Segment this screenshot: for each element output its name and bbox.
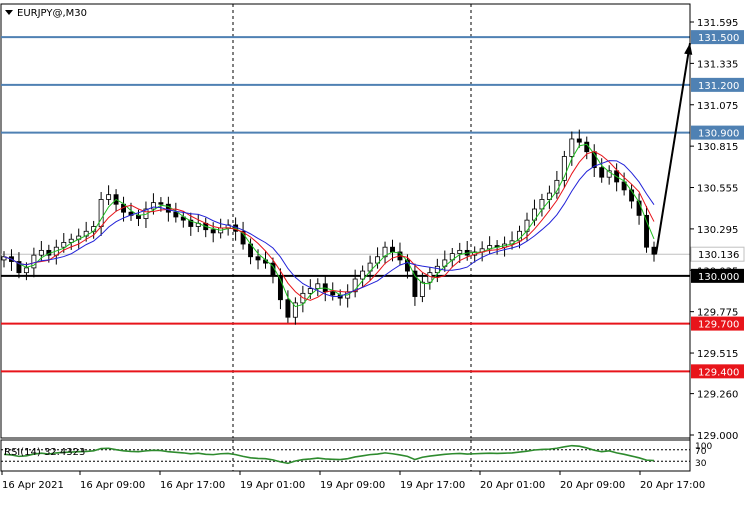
level-tag-label: 129.400 <box>698 367 739 378</box>
candle-bull <box>419 281 425 297</box>
time-tick-label: 19 Apr 01:00 <box>240 480 305 491</box>
candle-bull <box>106 194 112 200</box>
candle-bear <box>165 203 171 213</box>
candle-bull <box>61 242 67 248</box>
price-tick-label: 129.515 <box>697 349 738 360</box>
candle-bear <box>158 202 164 205</box>
candle-bear <box>584 141 590 153</box>
trading-chart[interactable]: EURJPY@,M30 RSI(14) 32.4323 1007030 131.… <box>0 0 748 526</box>
candle-bull <box>569 138 575 157</box>
chart-background <box>0 0 748 526</box>
candle-bear <box>390 246 395 253</box>
symbol-title: EURJPY@,M30 <box>17 8 87 19</box>
rsi-axis-label: 30 <box>695 459 707 469</box>
time-tick-label: 19 Apr 09:00 <box>320 480 385 491</box>
time-tick-label: 20 Apr 01:00 <box>480 480 545 491</box>
price-tick-label: 131.595 <box>697 18 738 29</box>
level-tag-label: 130.900 <box>698 129 739 140</box>
rsi-label: RSI(14) 32.4323 <box>4 447 85 458</box>
level-tag-label: 131.200 <box>698 81 739 92</box>
price-tick-label: 131.335 <box>697 59 738 70</box>
candle-bear <box>210 229 216 234</box>
price-tick-label: 129.260 <box>697 390 738 401</box>
candle-bear <box>330 291 336 296</box>
candle-bull <box>360 270 366 280</box>
time-tick-label: 20 Apr 17:00 <box>640 480 705 491</box>
candle-bull <box>315 283 321 289</box>
candle-bear <box>255 256 261 261</box>
candle-bull <box>457 249 463 254</box>
candle-bull <box>23 267 29 274</box>
time-tick-label: 16 Apr 2021 <box>2 480 64 491</box>
candle-bull <box>427 272 433 283</box>
level-tag-label: 131.500 <box>698 33 739 44</box>
time-tick-label: 20 Apr 09:00 <box>560 480 625 491</box>
candle-bear <box>599 167 605 178</box>
candle-bear <box>285 299 291 318</box>
candle-bear <box>576 138 582 143</box>
time-tick-label: 19 Apr 17:00 <box>400 480 465 491</box>
level-tag-label: 129.700 <box>698 320 739 331</box>
current-price-label: 130.136 <box>698 250 739 261</box>
candle-bull <box>307 288 313 294</box>
price-tick-label: 129.000 <box>697 431 738 442</box>
time-tick-label: 16 Apr 09:00 <box>80 480 145 491</box>
level-tag-label: 130.000 <box>698 272 739 283</box>
price-tick-label: 130.295 <box>697 225 738 236</box>
rsi-axis-label: 70 <box>695 447 707 457</box>
candle-bear <box>173 211 179 218</box>
price-tick-label: 131.075 <box>697 101 738 112</box>
candle-bull <box>524 219 530 232</box>
time-tick-label: 16 Apr 17:00 <box>160 480 225 491</box>
price-tick-label: 130.555 <box>697 184 738 195</box>
candle-bull <box>38 249 44 256</box>
chart-title: EURJPY@,M30 <box>5 8 87 19</box>
price-tick-label: 130.815 <box>697 142 738 153</box>
candle-bull <box>98 199 104 227</box>
